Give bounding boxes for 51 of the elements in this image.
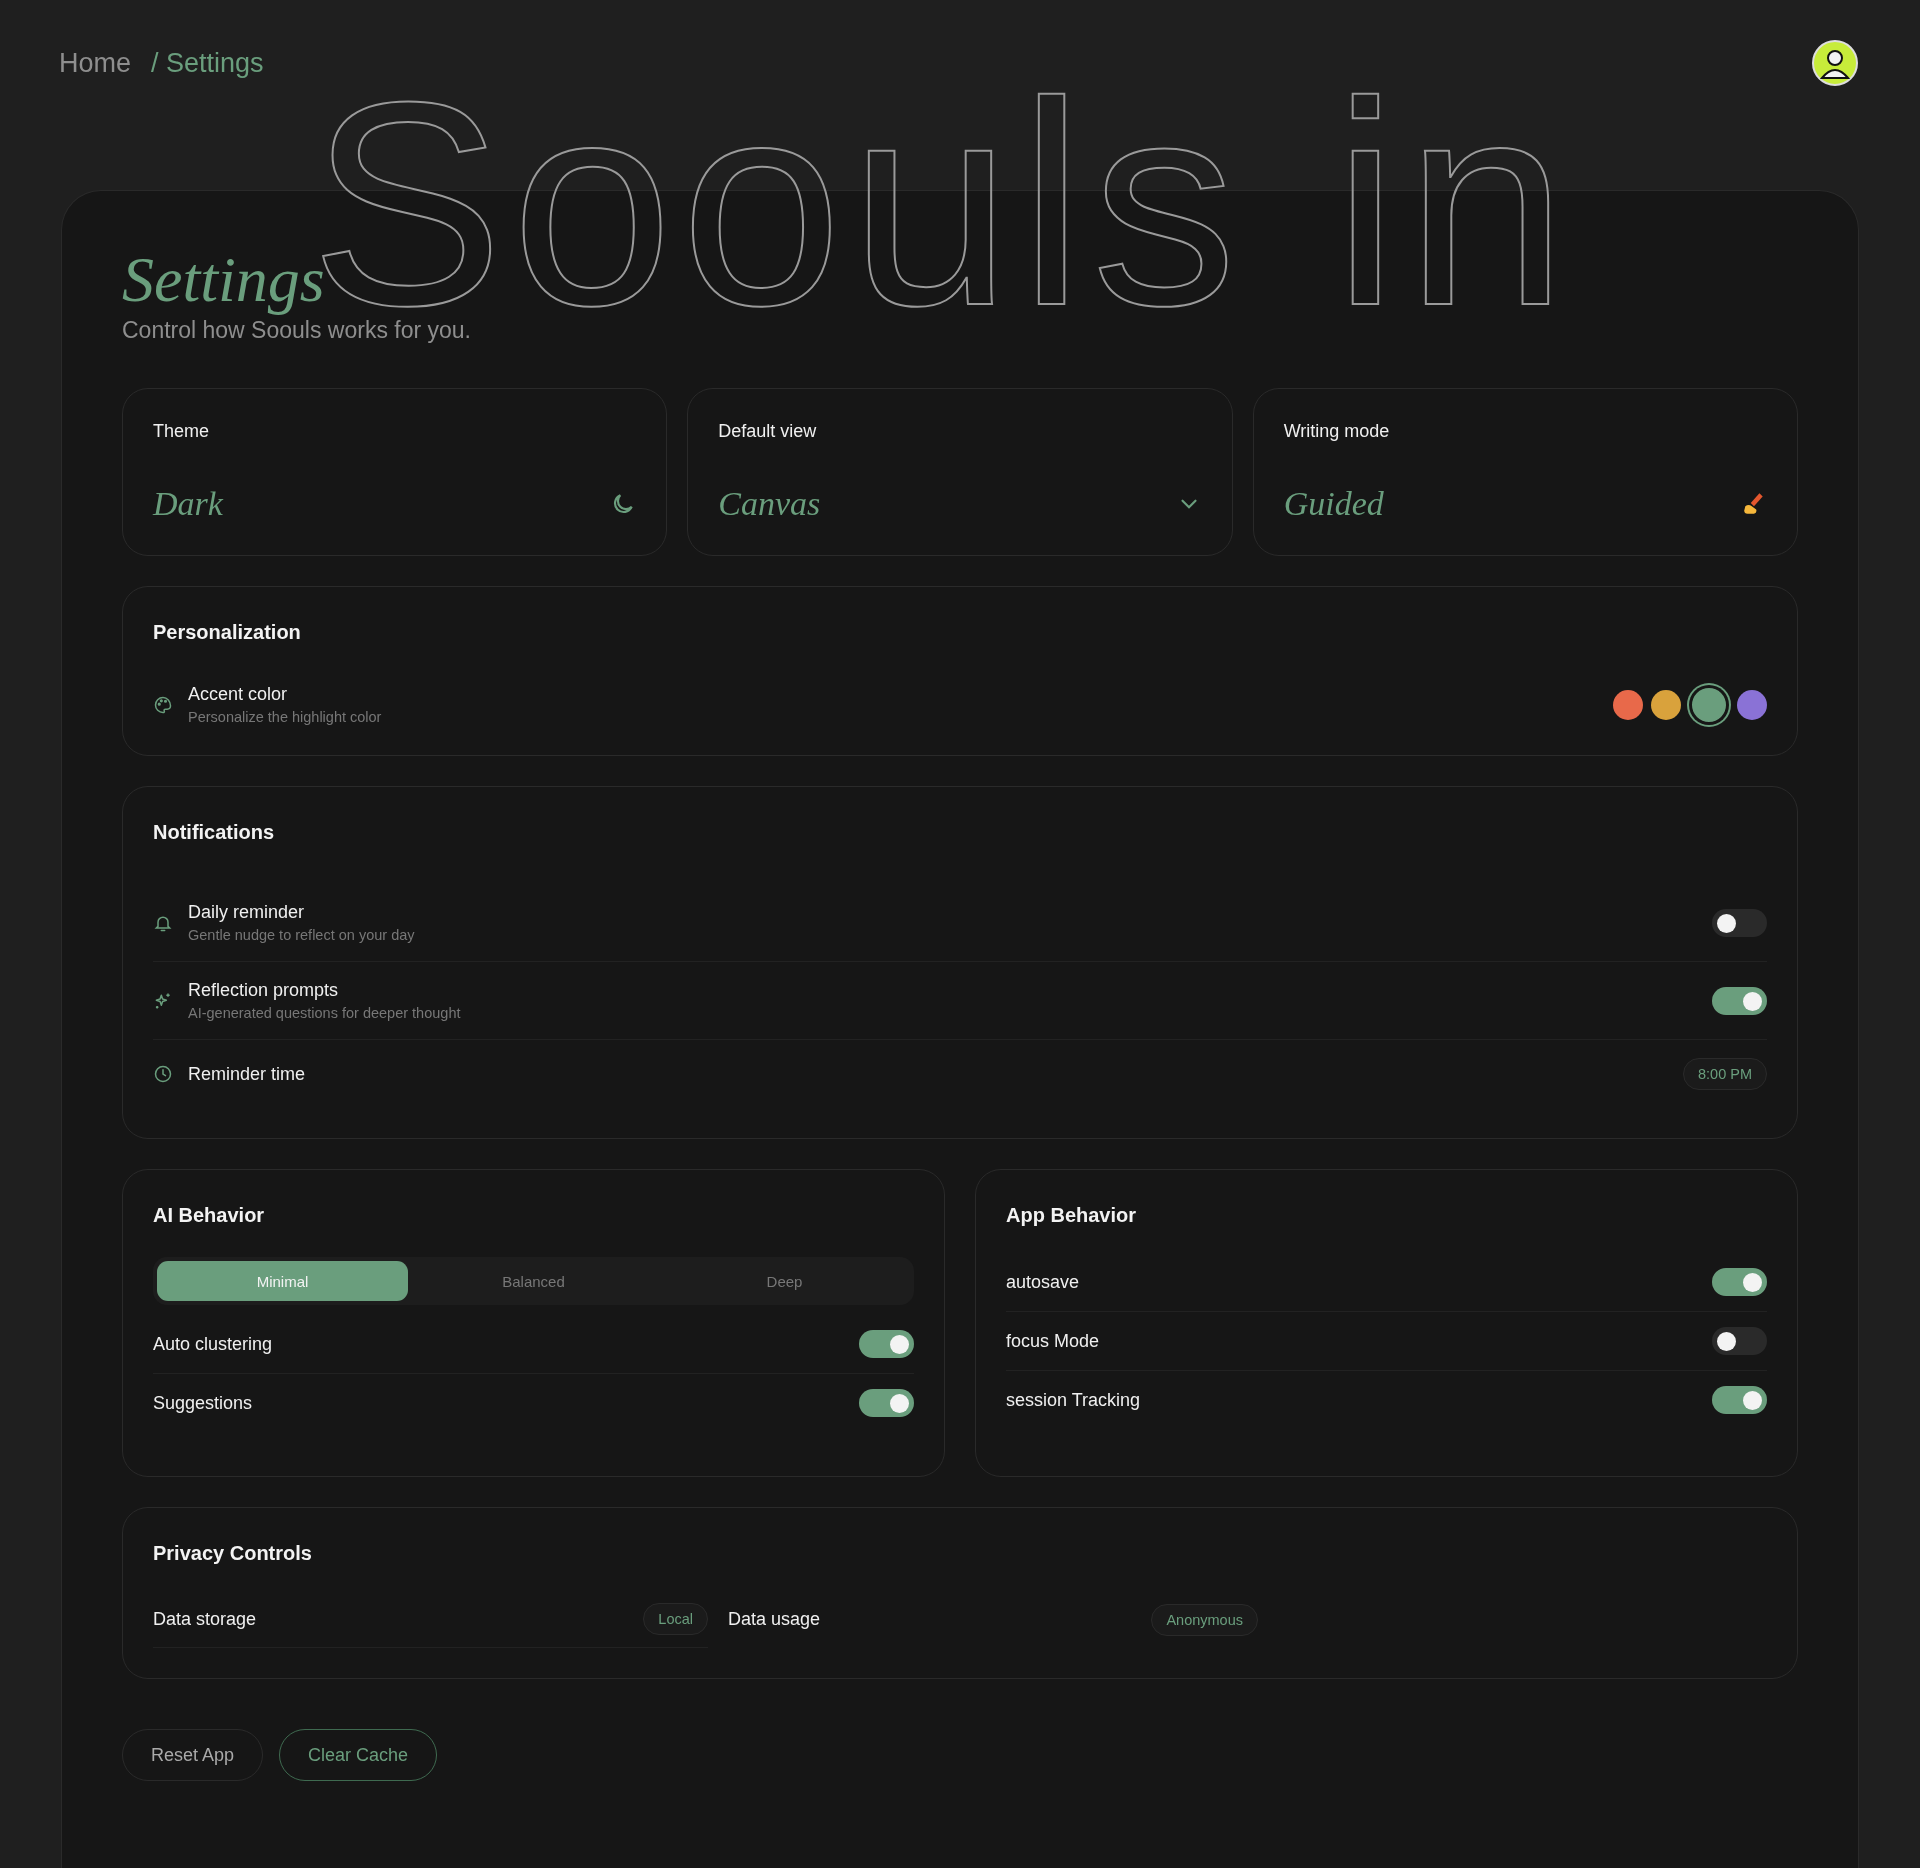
setting-label: Writing mode [1283,421,1391,443]
setting-card[interactable]: Default view Canvas [687,388,1233,557]
toggle-switch[interactable] [1712,1327,1767,1356]
section-title: Personalization [153,621,302,645]
page-subtitle: Control how Soouls works for you. [122,317,472,345]
color-swatch[interactable] [1613,689,1643,720]
toggle-switch[interactable] [1712,986,1767,1015]
setting-description: Gentle nudge to reflect on your day [188,927,416,944]
setting-label: Auto clustering [153,1333,274,1355]
setting-value: Dark [153,485,223,524]
toggle-switch[interactable] [859,1389,914,1418]
toggle-switch[interactable] [1712,1268,1767,1297]
toggle-switch[interactable] [859,1330,914,1359]
setting-card[interactable]: Theme Dark [122,388,668,557]
breadcrumb-link[interactable]: Home [59,47,132,79]
avatar-icon[interactable] [1812,40,1858,86]
mode-option[interactable]: Deep [659,1261,910,1302]
value-badge: Anonymous [1151,1603,1258,1636]
section-title: App Behavior [1006,1204,1138,1228]
setting-description: AI-generated questions for deeper thought [188,1005,462,1022]
setting-label: Theme [153,421,211,443]
setting-label: Daily reminder [188,902,306,924]
section-title: Notifications [153,821,276,845]
setting-label: Reflection prompts [188,980,340,1002]
clock-icon [153,1064,173,1085]
setting-label: Default view [718,421,818,443]
setting-card[interactable]: Writing mode Guided [1252,388,1798,557]
mode-option[interactable]: Balanced [408,1261,659,1302]
color-swatch[interactable] [1737,689,1767,720]
color-swatch[interactable] [1689,684,1729,725]
breadcrumb-link[interactable]: / Settings [151,47,264,79]
setting-label: Suggestions [153,1392,254,1414]
setting-label: autosave [1006,1271,1081,1293]
value-badge: Local [643,1603,708,1636]
setting-label: session Tracking [1006,1389,1142,1411]
section-title: AI Behavior [153,1204,266,1228]
setting-value: Guided [1283,485,1384,524]
setting-label: focus Mode [1006,1330,1101,1352]
time-value[interactable]: 8:00 PM [1683,1058,1767,1091]
setting-value: Canvas [718,485,821,524]
setting-label: Reminder time [188,1063,307,1085]
toggle-switch[interactable] [1712,1386,1767,1415]
toggle-switch[interactable] [1712,908,1767,937]
action-button[interactable]: Clear Cache [279,1729,438,1782]
color-swatch[interactable] [1651,689,1681,720]
setting-label: Data storage [153,1608,258,1630]
setting-label: Data usage [728,1609,822,1631]
palette-icon [153,694,173,715]
section-title: Privacy Controls [153,1542,313,1566]
setting-label: Accent color [188,684,289,706]
setting-description: Personalize the highlight color [188,709,383,726]
